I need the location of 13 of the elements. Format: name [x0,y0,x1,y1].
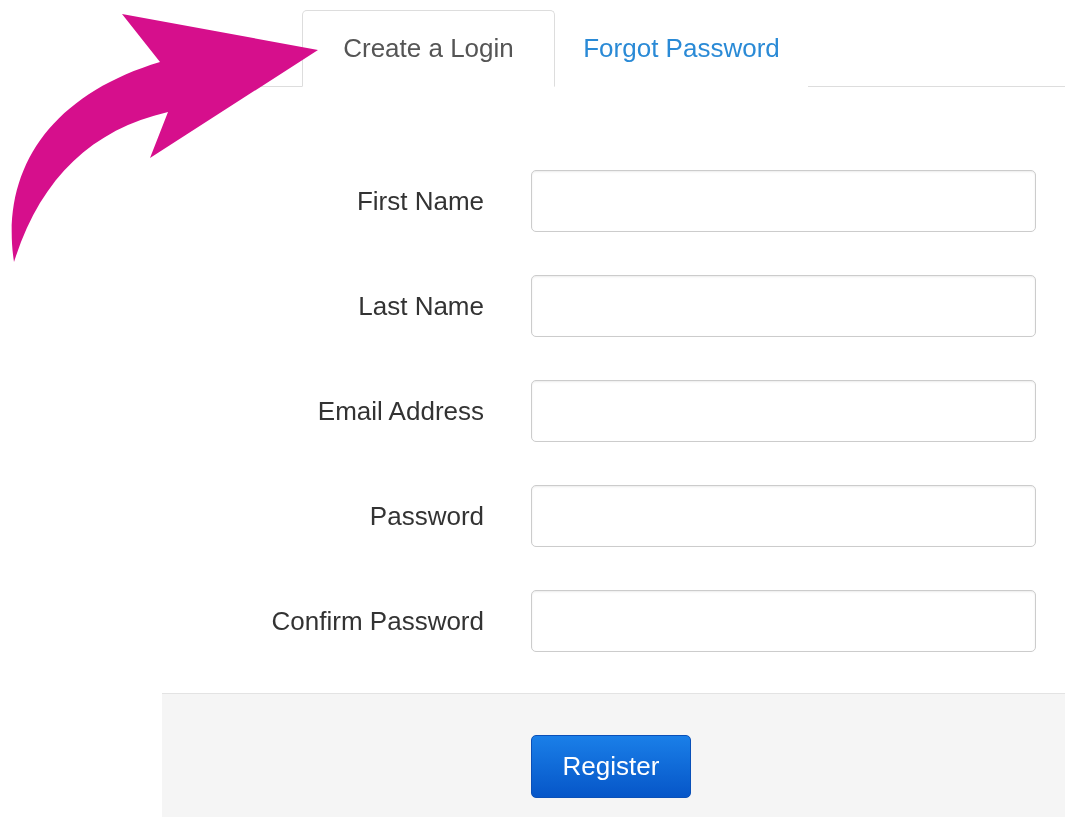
field-label: Email Address [316,395,484,427]
field-label: First Name [355,185,484,217]
register-button[interactable]: Register [531,735,691,798]
field-label: Last Name [357,290,484,322]
field-label: Password [368,500,484,532]
field-label: Confirm Password [270,605,484,637]
input-field[interactable] [531,275,1036,337]
input-field[interactable] [531,380,1036,442]
input-field[interactable] [531,485,1036,547]
arrow-icon [11,14,318,262]
input-field[interactable] [531,170,1036,232]
tab[interactable]: Create a Login [302,10,555,87]
input-field[interactable] [531,590,1036,652]
